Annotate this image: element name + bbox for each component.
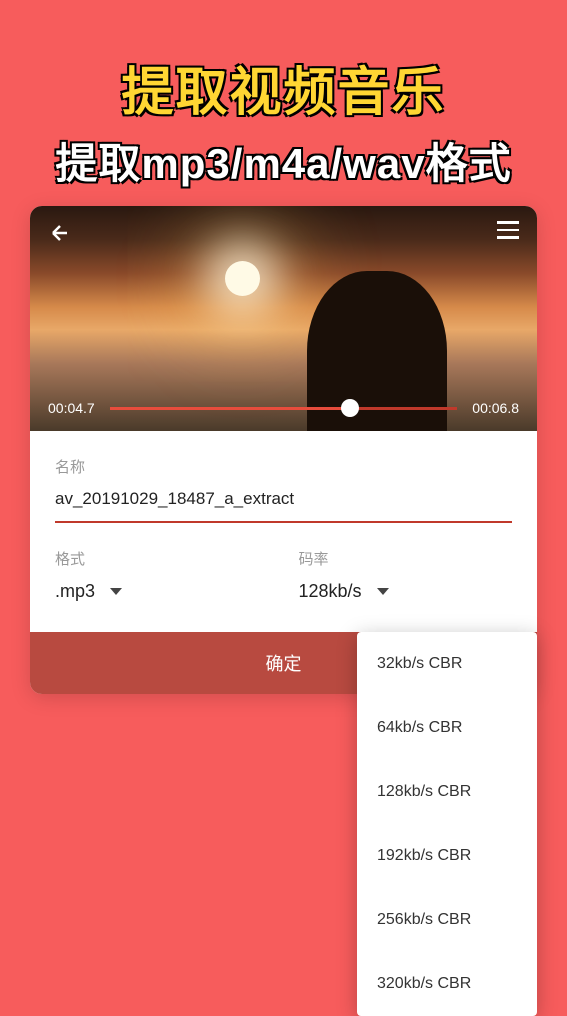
hamburger-menu-icon[interactable] — [497, 221, 519, 239]
sun-visual — [225, 261, 260, 296]
progress-knob[interactable] — [341, 399, 359, 417]
format-label: 格式 — [55, 548, 269, 569]
format-dropdown[interactable]: .mp3 — [55, 581, 269, 602]
name-field-section: 名称 av_20191029_18487_a_extract — [30, 431, 537, 523]
current-time: 00:04.7 — [48, 400, 95, 416]
bitrate-option[interactable]: 128kb/s CBR — [357, 760, 537, 824]
bitrate-field: 码率 128kb/s — [299, 548, 513, 602]
bitrate-option[interactable]: 192kb/s CBR — [357, 824, 537, 888]
bitrate-label: 码率 — [299, 548, 513, 569]
page-title: 提取视频音乐 — [0, 0, 567, 125]
duration-time: 00:06.8 — [472, 400, 519, 416]
page-subtitle: 提取mp3/m4a/wav格式 — [0, 130, 567, 191]
back-arrow-icon[interactable] — [48, 221, 72, 251]
bitrate-dropdown[interactable]: 128kb/s — [299, 581, 513, 602]
progress-fill — [110, 407, 350, 410]
bitrate-option[interactable]: 32kb/s CBR — [357, 632, 537, 696]
confirm-label: 确定 — [266, 654, 302, 674]
chevron-down-icon — [377, 588, 389, 595]
confirm-button[interactable]: 确定 32kb/s CBR 64kb/s CBR 128kb/s CBR 192… — [30, 632, 537, 694]
bitrate-option[interactable]: 320kb/s CBR — [357, 952, 537, 1016]
name-label: 名称 — [55, 456, 512, 477]
name-input[interactable]: av_20191029_18487_a_extract — [55, 489, 512, 523]
bitrate-option[interactable]: 256kb/s CBR — [357, 888, 537, 952]
format-value: .mp3 — [55, 581, 95, 602]
format-bitrate-row: 格式 .mp3 码率 128kb/s — [30, 523, 537, 632]
bitrate-option[interactable]: 64kb/s CBR — [357, 696, 537, 760]
video-preview: 00:04.7 00:06.8 — [30, 206, 537, 431]
format-field: 格式 .mp3 — [55, 548, 269, 602]
video-progress-bar[interactable] — [110, 407, 458, 410]
chevron-down-icon — [110, 588, 122, 595]
bitrate-value: 128kb/s — [299, 581, 362, 602]
video-controls: 00:04.7 00:06.8 — [30, 400, 537, 416]
bitrate-dropdown-menu: 32kb/s CBR 64kb/s CBR 128kb/s CBR 192kb/… — [357, 632, 537, 1016]
app-card: 00:04.7 00:06.8 名称 av_20191029_18487_a_e… — [30, 206, 537, 694]
